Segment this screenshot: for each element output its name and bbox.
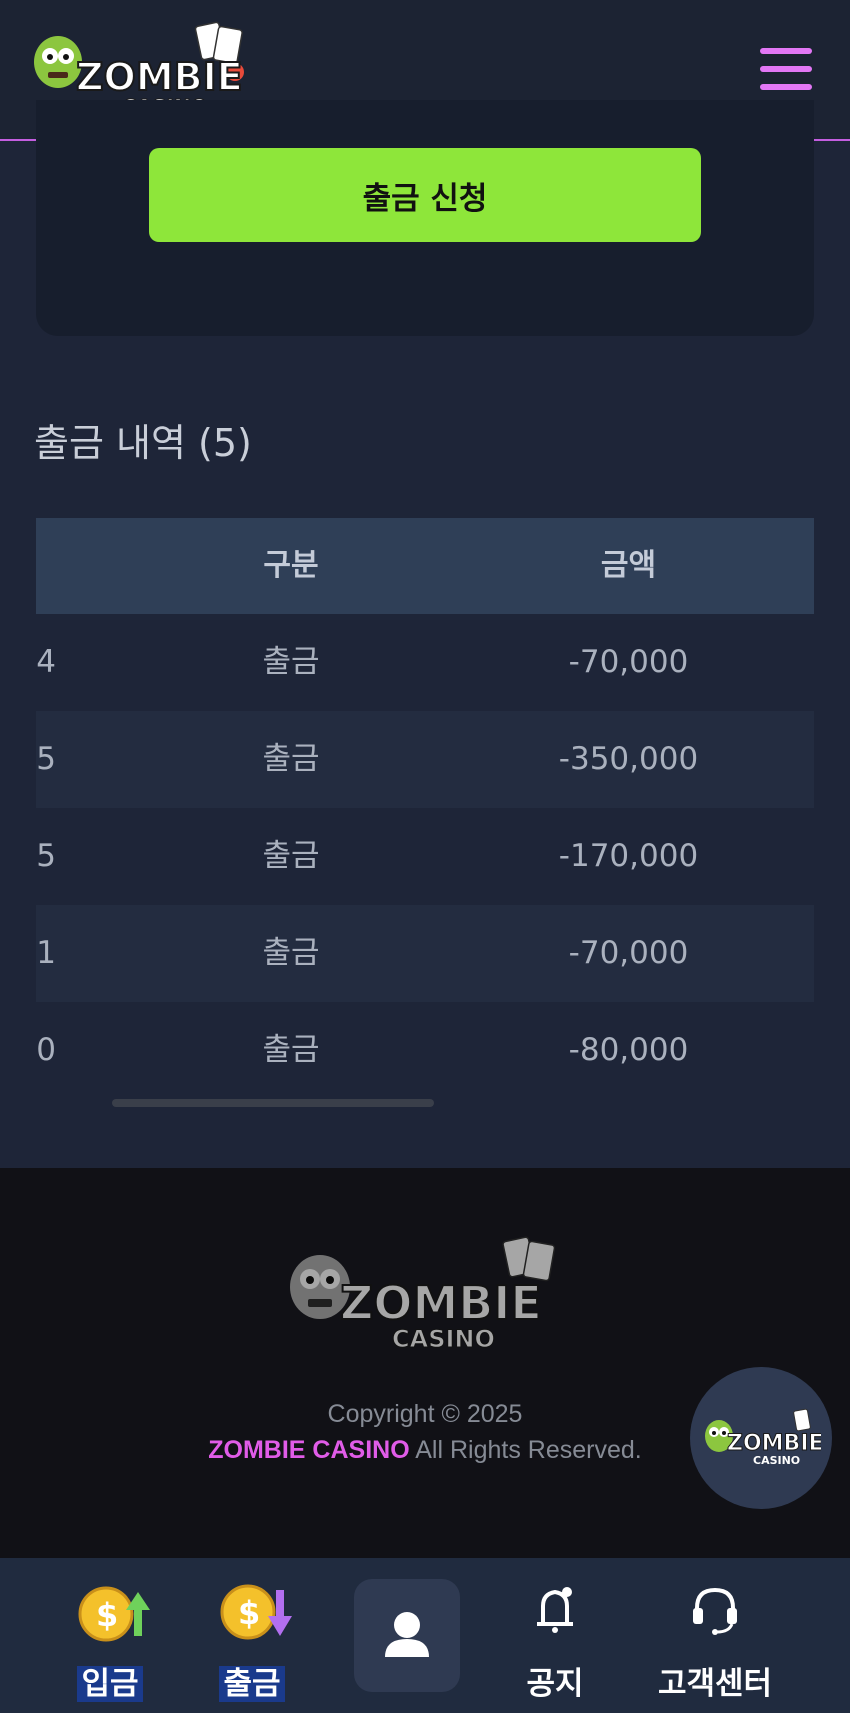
cell-partial: 4	[36, 644, 56, 680]
table-row: 5 출금 -170,000	[36, 808, 814, 905]
cell-amount: -350,000	[558, 741, 699, 777]
footer-logo-text-sub: CASINO	[392, 1325, 495, 1353]
cell-partial: 0	[36, 1032, 56, 1068]
footer-logo: ZOMBIE CASINO	[280, 1235, 570, 1355]
column-header-type: 구분	[263, 548, 319, 583]
cell-amount: -170,000	[558, 838, 699, 874]
withdraw-apply-button[interactable]: 출금 신청	[149, 148, 701, 242]
nav-withdraw[interactable]: $ 출금	[202, 1558, 302, 1713]
cell-partial: 5	[36, 741, 56, 777]
svg-text:$: $	[238, 1594, 260, 1632]
logo-text-main: ZOMBIE	[76, 55, 243, 99]
cell-type: 출금	[262, 838, 320, 874]
footer-logo-text-main: ZOMBIE	[340, 1276, 542, 1330]
table-header: 구분 금액	[36, 518, 814, 614]
cell-type: 출금	[262, 1032, 320, 1068]
nav-support[interactable]: 고객센터	[640, 1558, 790, 1713]
withdraw-history-title: 출금 내역 (5)	[34, 421, 252, 465]
cell-type: 출금	[262, 935, 320, 971]
cell-amount: -70,000	[568, 935, 689, 971]
svg-text:$: $	[96, 1596, 118, 1634]
user-icon	[385, 1612, 429, 1657]
table-row: 1 출금 -70,000	[36, 905, 814, 1002]
hamburger-menu-icon[interactable]	[760, 48, 812, 90]
cell-type: 출금	[262, 644, 320, 680]
nav-support-label: 고객센터	[657, 1666, 773, 1702]
brand-name: ZOMBIE CASINO	[208, 1436, 410, 1464]
floating-logo-button[interactable]: ZOMBIE CASINO	[690, 1367, 832, 1509]
nav-withdraw-label: 출금	[202, 1658, 302, 1703]
float-logo-text-sub: CASINO	[753, 1454, 800, 1467]
bell-icon	[537, 1587, 573, 1633]
table-horizontal-scrollbar[interactable]	[112, 1099, 434, 1107]
cell-type: 출금	[262, 741, 320, 777]
footer	[0, 1168, 850, 1558]
rights-reserved: All Rights Reserved.	[409, 1436, 642, 1464]
headset-icon	[693, 1587, 737, 1635]
table-row: 5 출금 -350,000	[36, 711, 814, 808]
float-logo-text-main: ZOMBIE	[727, 1431, 821, 1456]
nav-deposit[interactable]: $ 입금	[60, 1558, 160, 1713]
nav-deposit-label: 입금	[60, 1658, 160, 1703]
nav-profile[interactable]	[354, 1579, 460, 1692]
nav-notice-label: 공지	[526, 1666, 584, 1702]
nav-notice[interactable]: 공지	[505, 1558, 605, 1713]
table-row: 4 출금 -70,000	[36, 614, 814, 711]
cell-amount: -70,000	[568, 644, 689, 680]
withdraw-history-table[interactable]: 구분 금액 4 출금 -70,000 5 출금 -350,000 5 출금 -1…	[36, 518, 814, 1099]
column-header-amount: 금액	[600, 548, 657, 583]
cell-amount: -80,000	[568, 1032, 689, 1068]
cell-partial: 1	[36, 935, 56, 971]
cell-partial: 5	[36, 838, 56, 874]
table-row: 0 출금 -80,000	[36, 1002, 814, 1099]
